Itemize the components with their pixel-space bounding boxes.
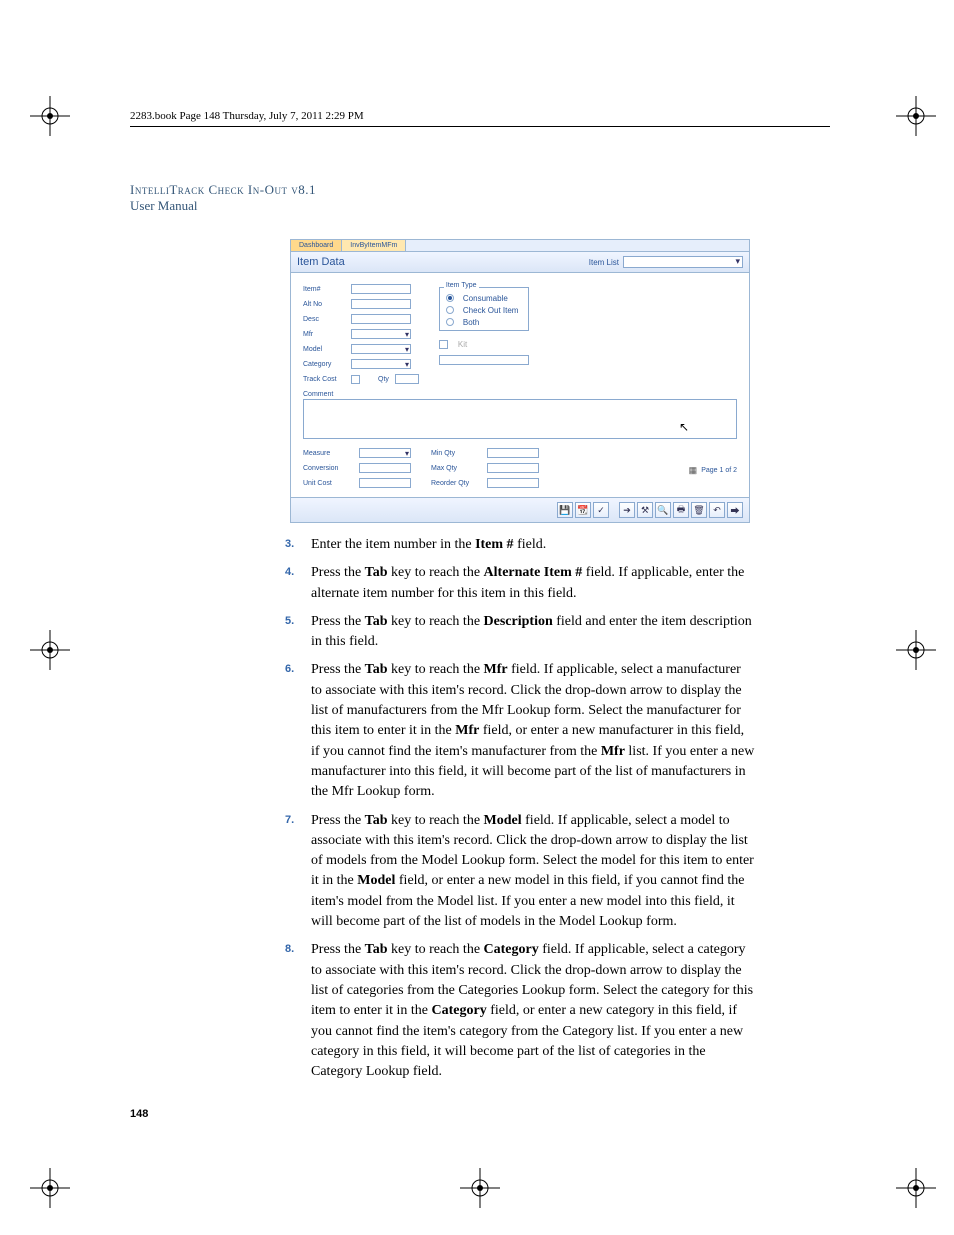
input-max-qty[interactable]: [487, 463, 539, 473]
textarea-comment[interactable]: [303, 399, 737, 439]
step-8: 8. Press the Tab key to reach the Catego…: [285, 940, 755, 1082]
step-3: 3. Enter the item number in the Item # f…: [285, 535, 755, 555]
crop-mark-icon: [896, 630, 936, 670]
step-4: 4. Press the Tab key to reach the Altern…: [285, 563, 755, 604]
toolbar-exit-icon[interactable]: ⮕: [727, 502, 743, 518]
toolbar-calendar-icon[interactable]: 📆: [575, 502, 591, 518]
page-number: 148: [130, 1108, 148, 1120]
toolbar-undo-icon[interactable]: ↶: [709, 502, 725, 518]
label-desc: Desc: [303, 316, 345, 323]
instruction-list: 3. Enter the item number in the Item # f…: [285, 535, 755, 1082]
step-5: 5. Press the Tab key to reach the Descri…: [285, 612, 755, 653]
input-desc[interactable]: [351, 314, 411, 324]
label-checkout: Check Out Item: [463, 306, 519, 315]
label-min-qty: Min Qty: [431, 450, 481, 457]
crop-mark-icon: [30, 1168, 70, 1208]
checkbox-kit[interactable]: [439, 340, 448, 349]
label-unit-cost: Unit Cost: [303, 480, 353, 487]
input-model[interactable]: [351, 344, 411, 354]
label-reorder-qty: Reorder Qty: [431, 480, 481, 487]
label-model: Model: [303, 346, 345, 353]
label-qty: Qty: [378, 376, 389, 383]
form-title: Item Data: [297, 256, 345, 268]
input-mfr[interactable]: [351, 329, 411, 339]
group-item-type: Item Type: [444, 282, 479, 289]
input-qty[interactable]: [395, 374, 419, 384]
app-screenshot: Dashboard InvByItemMFm Item Data Item Li…: [290, 239, 750, 523]
checkbox-track-cost[interactable]: [351, 375, 360, 384]
step-7: 7. Press the Tab key to reach the Model …: [285, 811, 755, 933]
toolbar-check-icon[interactable]: ✓: [593, 502, 609, 518]
label-mfr: Mfr: [303, 331, 345, 338]
page-header-line: 2283.book Page 148 Thursday, July 7, 201…: [130, 110, 830, 127]
input-reorder-qty[interactable]: [487, 478, 539, 488]
label-comment: Comment: [303, 391, 737, 398]
input-measure[interactable]: [359, 448, 411, 458]
crop-mark-icon: [896, 1168, 936, 1208]
label-item-no: Item#: [303, 286, 345, 293]
tab-dashboard[interactable]: Dashboard: [291, 240, 342, 251]
label-conversion: Conversion: [303, 465, 353, 472]
input-alt-no[interactable]: [351, 299, 411, 309]
label-measure: Measure: [303, 450, 353, 457]
toolbar-tool-icon[interactable]: ⚒: [637, 502, 653, 518]
crop-mark-icon: [896, 96, 936, 136]
pager-icon[interactable]: ▦: [689, 465, 698, 476]
input-conversion[interactable]: [359, 463, 411, 473]
input-unit-cost[interactable]: [359, 478, 411, 488]
toolbar-delete-icon[interactable]: 🗑: [691, 502, 707, 518]
label-track-cost: Track Cost: [303, 376, 345, 383]
crop-mark-icon: [30, 630, 70, 670]
label-max-qty: Max Qty: [431, 465, 481, 472]
label-alt-no: Alt No: [303, 301, 345, 308]
input-kit[interactable]: [439, 355, 529, 365]
label-both: Both: [463, 318, 479, 327]
toolbar-save-icon[interactable]: 💾: [557, 502, 573, 518]
label-category: Category: [303, 361, 345, 368]
doc-subtitle: User Manual: [130, 198, 830, 214]
toolbar-search-icon[interactable]: 🔍: [655, 502, 671, 518]
item-list-label: Item List: [589, 258, 619, 267]
label-consumable: Consumable: [463, 294, 508, 303]
crop-mark-icon: [460, 1168, 500, 1208]
tab-invbyitem[interactable]: InvByItemMFm: [342, 240, 406, 251]
step-6: 6. Press the Tab key to reach the Mfr fi…: [285, 660, 755, 802]
item-list-dropdown[interactable]: [623, 256, 743, 268]
cursor-icon: ↖: [679, 420, 689, 434]
pager-text: Page 1 of 2: [701, 467, 737, 474]
crop-mark-icon: [30, 96, 70, 136]
doc-title: IntelliTrack Check In-Out v8.1: [130, 182, 830, 198]
toolbar-next-icon[interactable]: ➔: [619, 502, 635, 518]
input-item-no[interactable]: [351, 284, 411, 294]
radio-checkout[interactable]: [446, 306, 454, 314]
input-category[interactable]: [351, 359, 411, 369]
toolbar-print-icon[interactable]: 🖶: [673, 502, 689, 518]
label-kit: Kit: [458, 340, 467, 349]
input-min-qty[interactable]: [487, 448, 539, 458]
radio-both[interactable]: [446, 318, 454, 326]
radio-consumable[interactable]: [446, 294, 454, 302]
